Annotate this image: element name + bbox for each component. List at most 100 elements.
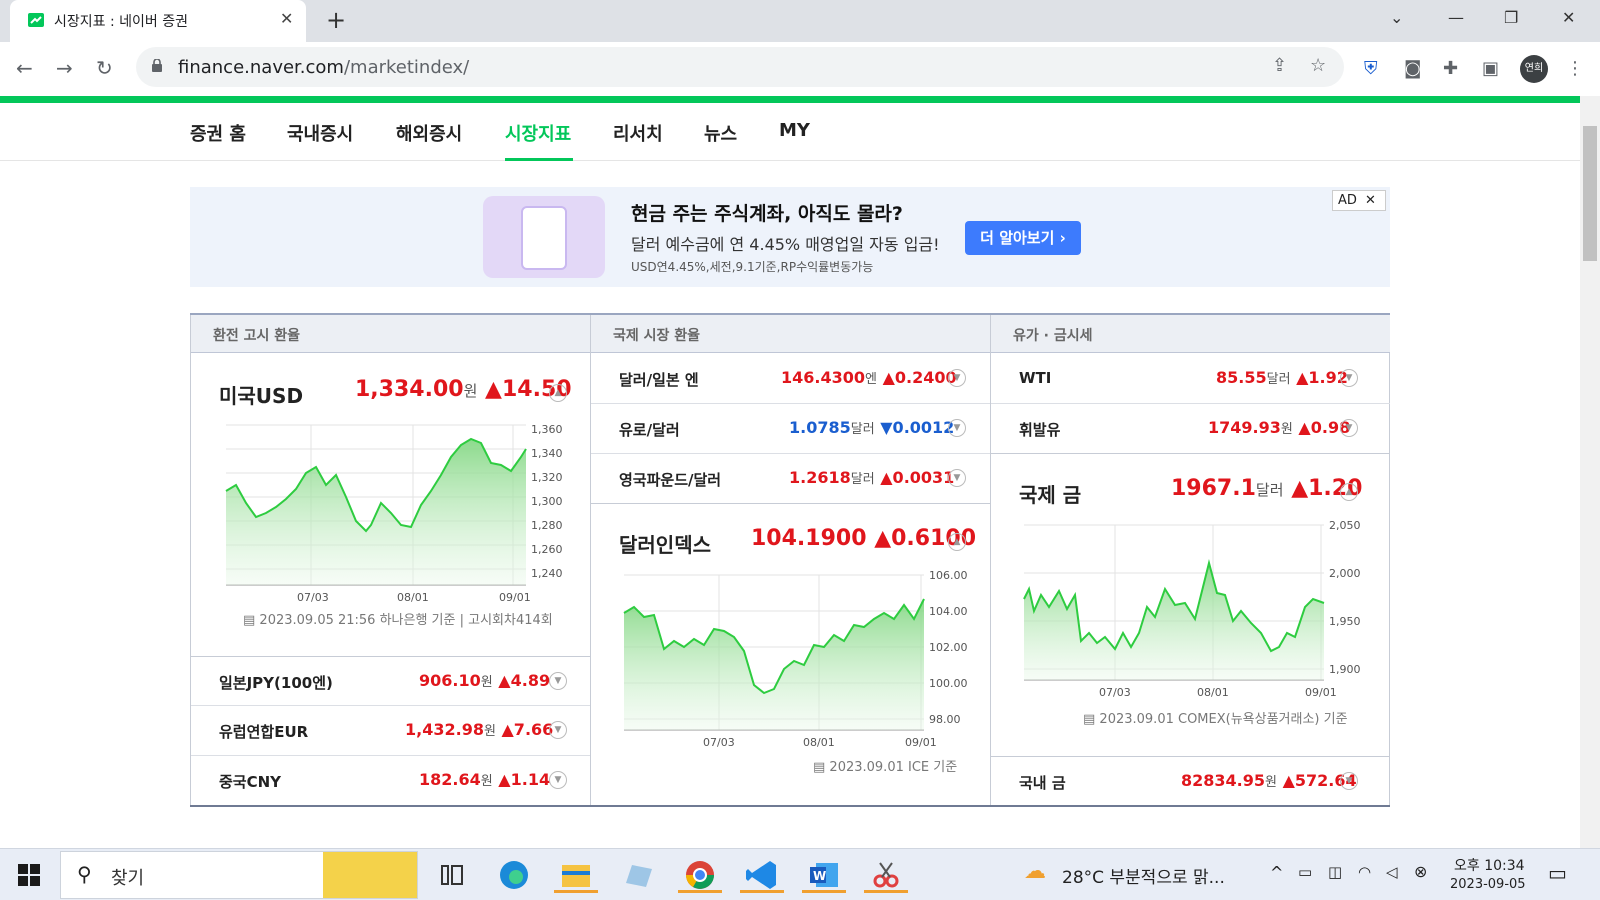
market-index-panel: 환전 고시 환율 미국USD 1,334.00원 ▲14.50 ▲ 1,360 … [190, 313, 1390, 807]
browser-tab[interactable]: 시장지표 : 네이버 증권 ✕ [10, 0, 306, 42]
snipping-tool-icon[interactable] [864, 857, 908, 893]
eurusd-expand-icon[interactable]: ▼ [948, 419, 966, 437]
camera-icon[interactable]: ◙ [1404, 58, 1421, 79]
jpy-expand-icon[interactable]: ▼ [549, 672, 567, 690]
menu-kebab-icon[interactable]: ⋮ [1566, 58, 1584, 79]
gasoline-expand-icon[interactable]: ▼ [1340, 419, 1358, 437]
eurusd-row[interactable]: 유로/달러 1.0785달러 ▼0.0012 ▼ [591, 404, 990, 454]
url-input[interactable]: finance.naver.com/marketindex/ ⇪ ☆ [136, 47, 1344, 87]
gold-xtick: 07/03 [1099, 686, 1131, 699]
usd-source-round: 고시회차414회 [468, 613, 553, 628]
chrome-icon[interactable] [678, 857, 722, 893]
usdjpy-row[interactable]: 달러/일본 엔 146.4300엔 ▲0.2400 ▼ [591, 354, 990, 404]
new-tab-icon[interactable]: + [326, 6, 346, 34]
ad-banner[interactable]: 현금 주는 주식계좌, 아직도 몰라? 달러 예수금에 연 4.45% 매영업일… [190, 187, 1390, 287]
nav-research[interactable]: 리서치 [613, 120, 663, 146]
window-close-icon[interactable]: ✕ [1562, 8, 1575, 27]
cny-row[interactable]: 중국CNY 182.64원 ▲1.14 ▼ [191, 756, 590, 806]
nav-market-index[interactable]: 시장지표 [505, 120, 571, 146]
nav-my[interactable]: MY [779, 120, 810, 141]
weather-icon[interactable]: ☁ [1024, 859, 1046, 884]
dxy-collapse-icon[interactable]: ▲ [948, 533, 966, 551]
weather-text[interactable]: 28°C 부분적으로 맑... [1062, 863, 1225, 888]
ad-label[interactable]: AD ✕ [1332, 190, 1386, 211]
usd-collapse-icon[interactable]: ▲ [549, 384, 567, 402]
vscode-icon[interactable] [740, 857, 784, 893]
search-highlight-image [323, 852, 417, 898]
usd-name[interactable]: 미국USD [219, 380, 303, 409]
usd-chart: 1,360 1,340 1,320 1,300 1,280 1,260 1,24… [225, 423, 563, 604]
word-icon[interactable]: W [802, 857, 846, 893]
page-scrollbar[interactable] [1580, 96, 1600, 848]
ime-off-icon[interactable]: ⊗ [1414, 862, 1427, 881]
ad-title: 현금 주는 주식계좌, 아직도 몰라? [631, 203, 903, 225]
dxy-ytick: 98.00 [929, 713, 961, 726]
back-icon[interactable]: ← [16, 56, 33, 80]
url-host: finance.naver.com [178, 57, 344, 78]
domestic-gold-expand-icon[interactable]: ▼ [1340, 772, 1358, 790]
gold-collapse-icon[interactable]: ▲ [1340, 483, 1358, 501]
usd-unit: 원 [463, 382, 478, 400]
meet-now-icon[interactable]: ◫ [1328, 863, 1342, 881]
gold-unit: 달러 [1255, 481, 1284, 499]
cny-expand-icon[interactable]: ▼ [549, 771, 567, 789]
extensions-puzzle-icon[interactable]: ✚ [1443, 58, 1458, 79]
ad-close-icon[interactable]: ✕ [1365, 193, 1376, 208]
ad-image [483, 196, 605, 278]
learn-more-button[interactable]: 더 알아보기 › [965, 221, 1081, 255]
jpy-row[interactable]: 일본JPY(100엔) 906.10원 ▲4.89 ▼ [191, 656, 590, 706]
wti-expand-icon[interactable]: ▼ [1340, 369, 1358, 387]
wti-row[interactable]: WTI 85.55달러 ▲1.92 ▼ [991, 354, 1390, 404]
eurusd-value: 1.0785 [789, 418, 851, 437]
domestic-gold-unit: 원 [1265, 775, 1277, 790]
nav-domestic[interactable]: 국내증시 [287, 120, 353, 146]
domestic-gold-row[interactable]: 국내 금 82834.95원 ▲572.64 ▼ [991, 756, 1390, 806]
forward-icon[interactable]: → [56, 56, 73, 80]
nav-stock-home[interactable]: 증권 홈 [190, 120, 246, 146]
scrollbar-thumb[interactable] [1583, 126, 1597, 261]
profile-avatar[interactable]: 연희 [1520, 55, 1548, 83]
restore-icon[interactable]: ❐ [1504, 8, 1518, 27]
taskbar-time[interactable]: 오후 10:34 [1454, 855, 1525, 875]
calendar-icon: ▤ [243, 613, 260, 628]
nav-active-indicator [505, 158, 573, 161]
edge-icon[interactable] [494, 857, 534, 893]
chevron-up-icon[interactable]: ^ [1270, 863, 1283, 882]
dxy-name[interactable]: 달러인덱스 [619, 529, 711, 558]
windows-start-icon[interactable] [18, 864, 40, 886]
bitwarden-shield-icon[interactable]: ⛨ [1364, 58, 1378, 79]
gasoline-row[interactable]: 휘발유 1749.93원 ▲0.98 ▼ [991, 404, 1390, 454]
reload-icon[interactable]: ↻ [96, 56, 113, 80]
nav-overseas[interactable]: 해외증시 [396, 120, 462, 146]
usd-ytick: 1,260 [531, 543, 563, 556]
gbpusd-row[interactable]: 영국파운드/달러 1.2618달러 ▲0.0031 ▼ [591, 454, 990, 504]
cny-unit: 원 [480, 774, 493, 789]
close-tab-icon[interactable]: ✕ [280, 9, 293, 28]
nav-news[interactable]: 뉴스 [704, 120, 737, 146]
minimize-icon[interactable]: — [1448, 8, 1464, 27]
eur-expand-icon[interactable]: ▼ [549, 721, 567, 739]
battery-icon[interactable]: ▭ [1298, 863, 1312, 881]
gold-name[interactable]: 국제 금 [1019, 479, 1081, 508]
tab-search-icon[interactable]: ⌄ [1390, 8, 1403, 27]
dxy-ytick: 104.00 [929, 605, 968, 618]
usd-xtick: 08/01 [397, 591, 429, 604]
file-explorer-icon[interactable] [554, 857, 598, 893]
gbpusd-expand-icon[interactable]: ▼ [948, 469, 966, 487]
wti-value: 85.55 [1216, 368, 1267, 387]
bookmark-star-icon[interactable]: ☆ [1310, 55, 1326, 76]
usdjpy-expand-icon[interactable]: ▼ [948, 369, 966, 387]
app-running-indicator [678, 890, 722, 893]
wifi-icon[interactable]: ◠ [1358, 863, 1371, 881]
notification-icon[interactable]: ▭ [1548, 861, 1567, 885]
share-icon[interactable]: ⇪ [1272, 55, 1287, 76]
taskbar-date[interactable]: 2023-09-05 [1450, 877, 1526, 892]
side-panel-icon[interactable]: ▣ [1482, 58, 1499, 79]
gold-ytick: 1,900 [1329, 663, 1361, 676]
eur-row[interactable]: 유럽연합EUR 1,432.98원 ▲7.66 ▼ [191, 706, 590, 756]
taskbar-search-input[interactable]: ⚲ 찾기 [60, 851, 418, 899]
gold-xtick: 09/01 [1305, 686, 1337, 699]
notes-app-icon[interactable] [618, 857, 658, 893]
task-view-icon[interactable] [432, 857, 472, 893]
volume-icon[interactable]: ◁ [1386, 863, 1398, 881]
